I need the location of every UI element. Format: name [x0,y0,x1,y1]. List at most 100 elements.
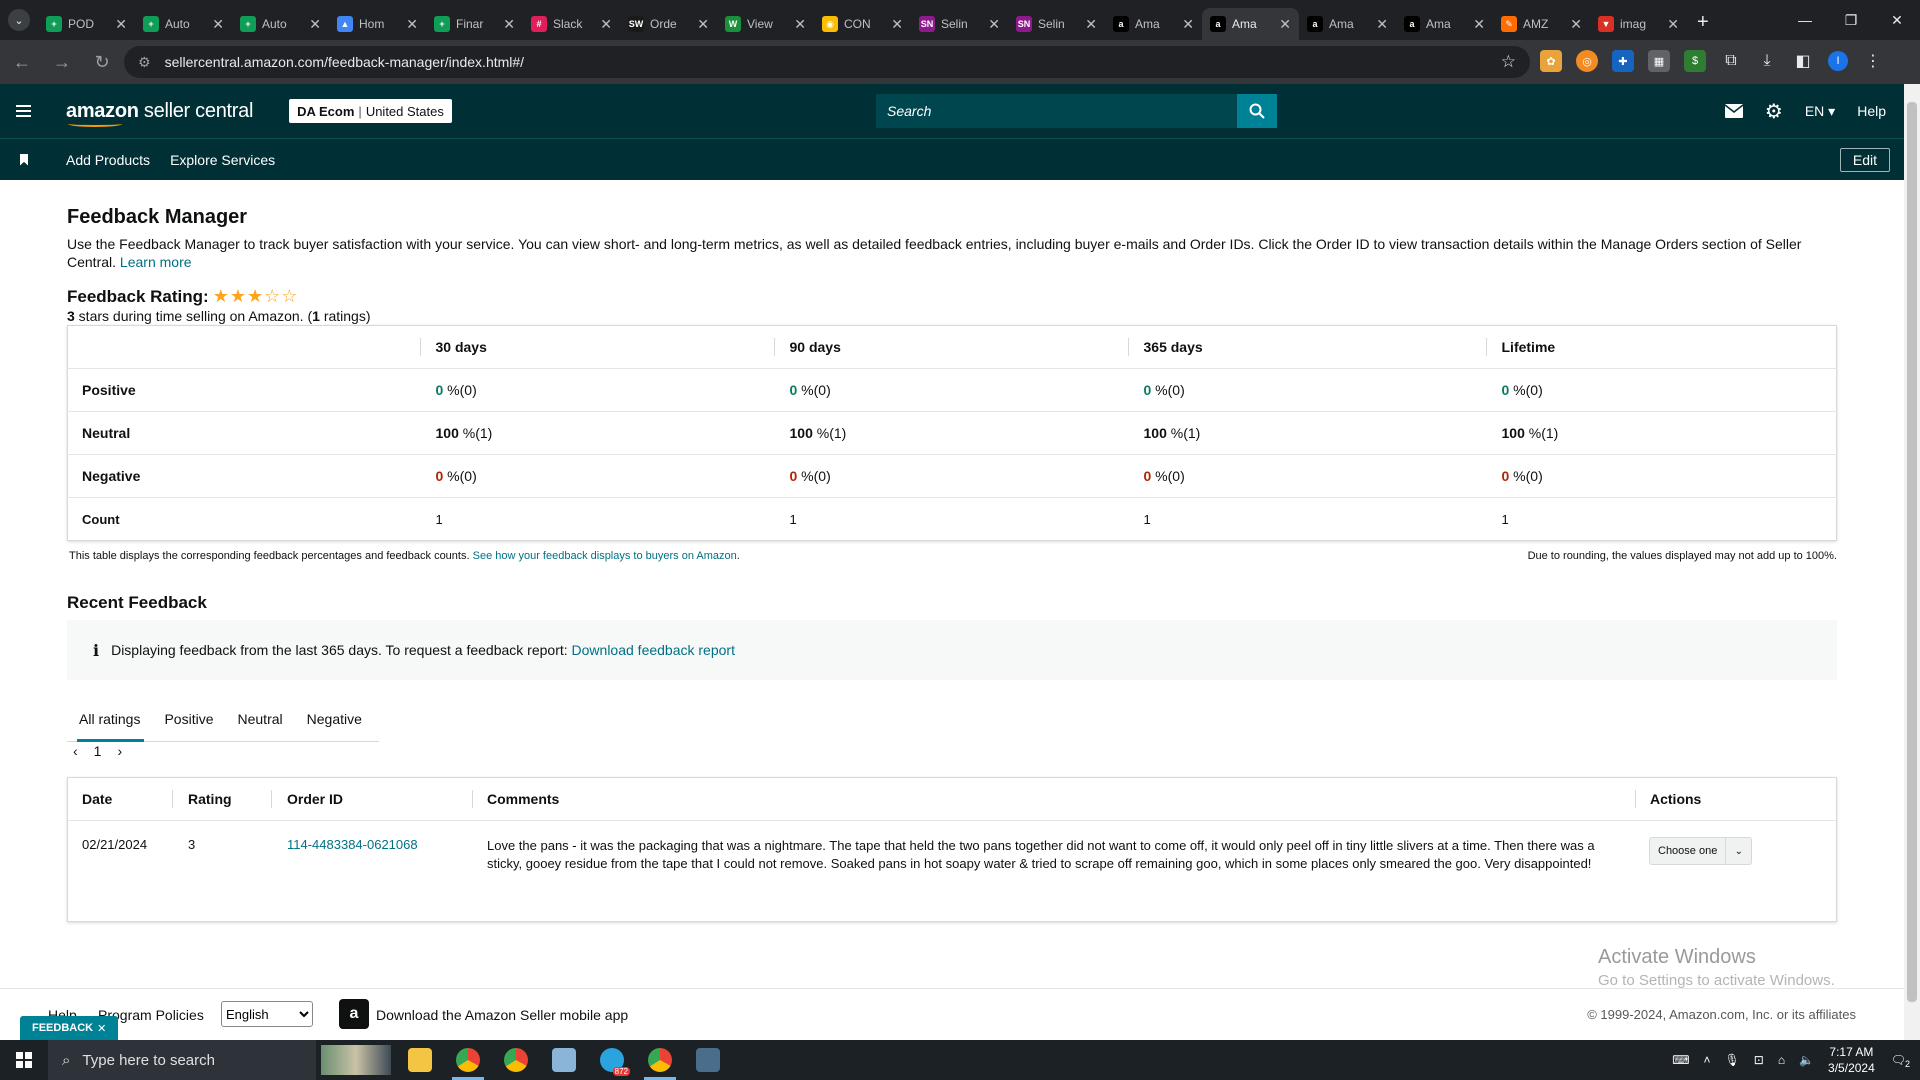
mail-icon[interactable] [1724,104,1743,118]
taskbar-chrome[interactable] [492,1040,540,1080]
browser-tab[interactable]: SN Selin ✕ [911,8,1008,40]
footer-language-select[interactable]: English [221,1001,313,1027]
reload-button[interactable]: ↻ [84,44,120,80]
clock[interactable]: 7:17 AM 3/5/2024 [1828,1044,1875,1076]
taskbar-notes[interactable] [540,1040,588,1080]
browser-tab[interactable]: a Ama ✕ [1202,8,1299,40]
close-tab-icon[interactable]: ✕ [794,16,806,33]
extension-icon[interactable]: $ [1684,50,1706,72]
browser-tab[interactable]: a Ama ✕ [1105,8,1202,40]
close-tab-icon[interactable]: ✕ [697,16,709,33]
see-feedback-display-link[interactable]: See how your feedback displays to buyers… [473,550,737,562]
network-icon[interactable]: ⌂ [1778,1053,1785,1067]
search-button[interactable] [1237,94,1277,128]
close-tab-icon[interactable]: ✕ [1376,16,1388,33]
close-tab-icon[interactable]: ✕ [503,16,515,33]
browser-tab[interactable]: W View ✕ [717,8,814,40]
close-tab-icon[interactable]: ✕ [1570,16,1582,33]
page-number[interactable]: 1 [94,743,102,759]
close-tab-icon[interactable]: ✕ [1473,16,1485,33]
browser-tab[interactable]: SW Orde ✕ [620,8,717,40]
extensions-puzzle-icon[interactable]: ⧉ [1720,50,1742,72]
close-tab-icon[interactable]: ✕ [406,16,418,33]
order-id-link[interactable]: 114-4483384-0621068 [287,837,418,852]
forward-button[interactable]: → [44,44,80,80]
browser-tab[interactable]: + Finar ✕ [426,8,523,40]
side-panel-icon[interactable]: ◧ [1792,50,1814,72]
feedback-widget-button[interactable]: FEEDBACK ✕ [20,1016,119,1040]
date-header[interactable]: Date [82,791,112,807]
browser-tab[interactable]: + Auto ✕ [135,8,232,40]
explore-services-link[interactable]: Explore Services [170,152,275,168]
actions-dropdown[interactable]: Choose one ⌄ [1649,837,1753,865]
taskbar-calculator[interactable] [684,1040,732,1080]
chevron-left-icon[interactable]: ‹ [73,743,78,759]
browser-tab[interactable]: SN Selin ✕ [1008,8,1105,40]
extension-icon[interactable]: ✿ [1540,50,1562,72]
start-button[interactable] [0,1040,48,1080]
store-selector[interactable]: DA Ecom | United States [289,99,452,123]
tab-all-ratings[interactable]: All ratings [67,696,152,742]
learn-more-link[interactable]: Learn more [120,254,192,270]
settings-gear-icon[interactable]: ⚙ [1765,99,1783,124]
close-tab-icon[interactable]: ✕ [891,16,903,33]
more-menu-icon[interactable]: ⋮ [1862,50,1884,72]
browser-tab[interactable]: ✎ AMZ ✕ [1493,8,1590,40]
download-app-link[interactable]: Download the Amazon Seller mobile app [376,1007,628,1023]
volume-icon[interactable]: 🔈 [1799,1053,1814,1067]
new-tab-button[interactable]: + [1697,11,1709,34]
taskbar-chrome-active[interactable] [636,1040,684,1080]
close-window-button[interactable]: ✕ [1874,0,1920,40]
browser-tab[interactable]: + POD ✕ [38,8,135,40]
taskbar-telegram[interactable]: 872 [588,1040,636,1080]
close-icon[interactable]: ✕ [97,1022,106,1035]
add-products-link[interactable]: Add Products [66,152,150,168]
close-tab-icon[interactable]: ✕ [1182,16,1194,33]
close-tab-icon[interactable]: ✕ [115,16,127,33]
back-button[interactable]: ← [4,44,40,80]
browser-tab[interactable]: # Slack ✕ [523,8,620,40]
language-selector[interactable]: EN ▾ [1805,103,1835,120]
browser-tab[interactable]: + Auto ✕ [232,8,329,40]
extension-icon[interactable]: ▦ [1648,50,1670,72]
taskbar-search[interactable]: ⌕ Type here to search [48,1040,316,1080]
close-tab-icon[interactable]: ✕ [988,16,1000,33]
tab-positive[interactable]: Positive [152,696,225,742]
download-feedback-report-link[interactable]: Download feedback report [572,642,735,658]
site-info-icon[interactable]: ⚙ [138,54,151,71]
extension-icon[interactable]: ✚ [1612,50,1634,72]
tab-neutral[interactable]: Neutral [226,696,295,742]
address-bar[interactable]: ⚙ sellercentral.amazon.com/feedback-mana… [124,46,1530,78]
notification-center-icon[interactable]: 🗨 2 [1891,1053,1910,1069]
close-tab-icon[interactable]: ✕ [600,16,612,33]
search-input[interactable] [876,94,1237,128]
minimize-button[interactable]: — [1782,0,1828,40]
browser-tab[interactable]: a Ama ✕ [1396,8,1493,40]
browser-tab[interactable]: ▼ imag ✕ [1590,8,1687,40]
close-tab-icon[interactable]: ✕ [1667,16,1679,33]
download-icon[interactable]: ⤓ [1756,50,1778,72]
vertical-scrollbar[interactable] [1904,84,1920,1040]
browser-tab[interactable]: ◉ CON ✕ [814,8,911,40]
seller-central-logo[interactable]: amazon seller central [66,100,253,127]
close-tab-icon[interactable]: ✕ [1279,16,1291,33]
taskbar-chrome-profile[interactable] [444,1040,492,1080]
hamburger-menu-icon[interactable] [0,105,46,117]
scrollbar-thumb[interactable] [1907,102,1917,1002]
rating-header[interactable]: Rating [188,791,232,807]
extension-icon[interactable]: ◎ [1576,50,1598,72]
restore-button[interactable]: ❐ [1828,0,1874,40]
bookmark-icon[interactable] [20,153,28,166]
close-tab-icon[interactable]: ✕ [212,16,224,33]
chevron-right-icon[interactable]: › [117,743,122,759]
help-link[interactable]: Help [1857,103,1886,119]
browser-tab[interactable]: a Ama ✕ [1299,8,1396,40]
chevron-up-icon[interactable]: ˄ [1704,1053,1711,1067]
close-tab-icon[interactable]: ✕ [309,16,321,33]
tab-negative[interactable]: Negative [295,696,374,742]
taskbar-file-explorer[interactable] [396,1040,444,1080]
microphone-icon[interactable]: 🎙 [1725,1053,1740,1067]
browser-tab[interactable]: ▲ Hom ✕ [329,8,426,40]
tab-search-button[interactable]: ⌄ [0,0,38,40]
keyboard-icon[interactable]: ⌨ [1672,1053,1689,1067]
